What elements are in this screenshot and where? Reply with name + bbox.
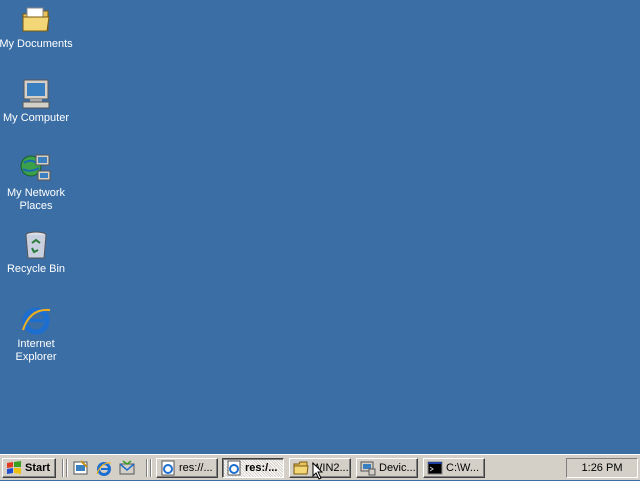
internet-explorer-icon: [20, 304, 52, 336]
ie-page-icon: [160, 460, 176, 476]
taskbar-button-device-manager[interactable]: Devic...: [356, 458, 418, 478]
taskbar-button-label: res://...: [179, 462, 213, 474]
clock[interactable]: 1:26 PM: [582, 462, 623, 474]
desktop-icon-label: My Computer: [2, 112, 70, 124]
desktop-icon-label: My Documents: [0, 38, 73, 50]
recycle-bin-icon: [20, 229, 52, 261]
command-prompt-icon: [427, 460, 443, 476]
taskbar-button-label: C:\W...: [446, 462, 479, 474]
device-manager-icon: [360, 460, 376, 476]
desktop-icon-label: My Network Places: [6, 187, 66, 212]
start-label: Start: [25, 462, 51, 474]
taskbar-button-command-prompt[interactable]: C:\W...: [423, 458, 485, 478]
system-tray: 1:26 PM: [566, 458, 638, 478]
taskbar-separator: [66, 459, 68, 477]
desktop-icon-internet-explorer[interactable]: Internet Explorer: [0, 304, 74, 364]
taskbar-button-label: Devic...: [379, 462, 416, 474]
desktop-icon-my-computer[interactable]: My Computer: [0, 78, 74, 125]
my-documents-icon: [20, 4, 52, 36]
show-desktop-icon[interactable]: [73, 460, 89, 476]
ie-page-icon: [226, 460, 242, 476]
taskbar-separator: [150, 459, 152, 477]
start-button[interactable]: Start: [2, 458, 56, 478]
mouse-cursor-icon: [312, 462, 324, 480]
desktop-icon-label: Recycle Bin: [6, 263, 66, 275]
desktop-icon-my-documents[interactable]: My Documents: [0, 4, 74, 51]
taskbar-button-res-2[interactable]: res:/...: [222, 458, 284, 478]
folder-icon: [293, 460, 309, 476]
network-places-icon: [20, 153, 52, 185]
internet-explorer-icon[interactable]: [96, 460, 112, 476]
windows-logo-icon: [7, 461, 21, 474]
desktop-icon-network-places[interactable]: My Network Places: [0, 153, 74, 213]
taskbar-separator: [62, 459, 64, 477]
taskbar-button-res-1[interactable]: res://...: [156, 458, 218, 478]
outlook-express-icon[interactable]: [119, 460, 135, 476]
desktop[interactable]: My Documents My Computer My Network Plac: [0, 0, 640, 454]
desktop-icon-recycle-bin[interactable]: Recycle Bin: [0, 229, 74, 276]
desktop-icon-label: Internet Explorer: [15, 338, 57, 363]
taskbar-button-label: res:/...: [245, 462, 278, 474]
my-computer-icon: [20, 78, 52, 110]
taskbar-separator: [146, 459, 148, 477]
